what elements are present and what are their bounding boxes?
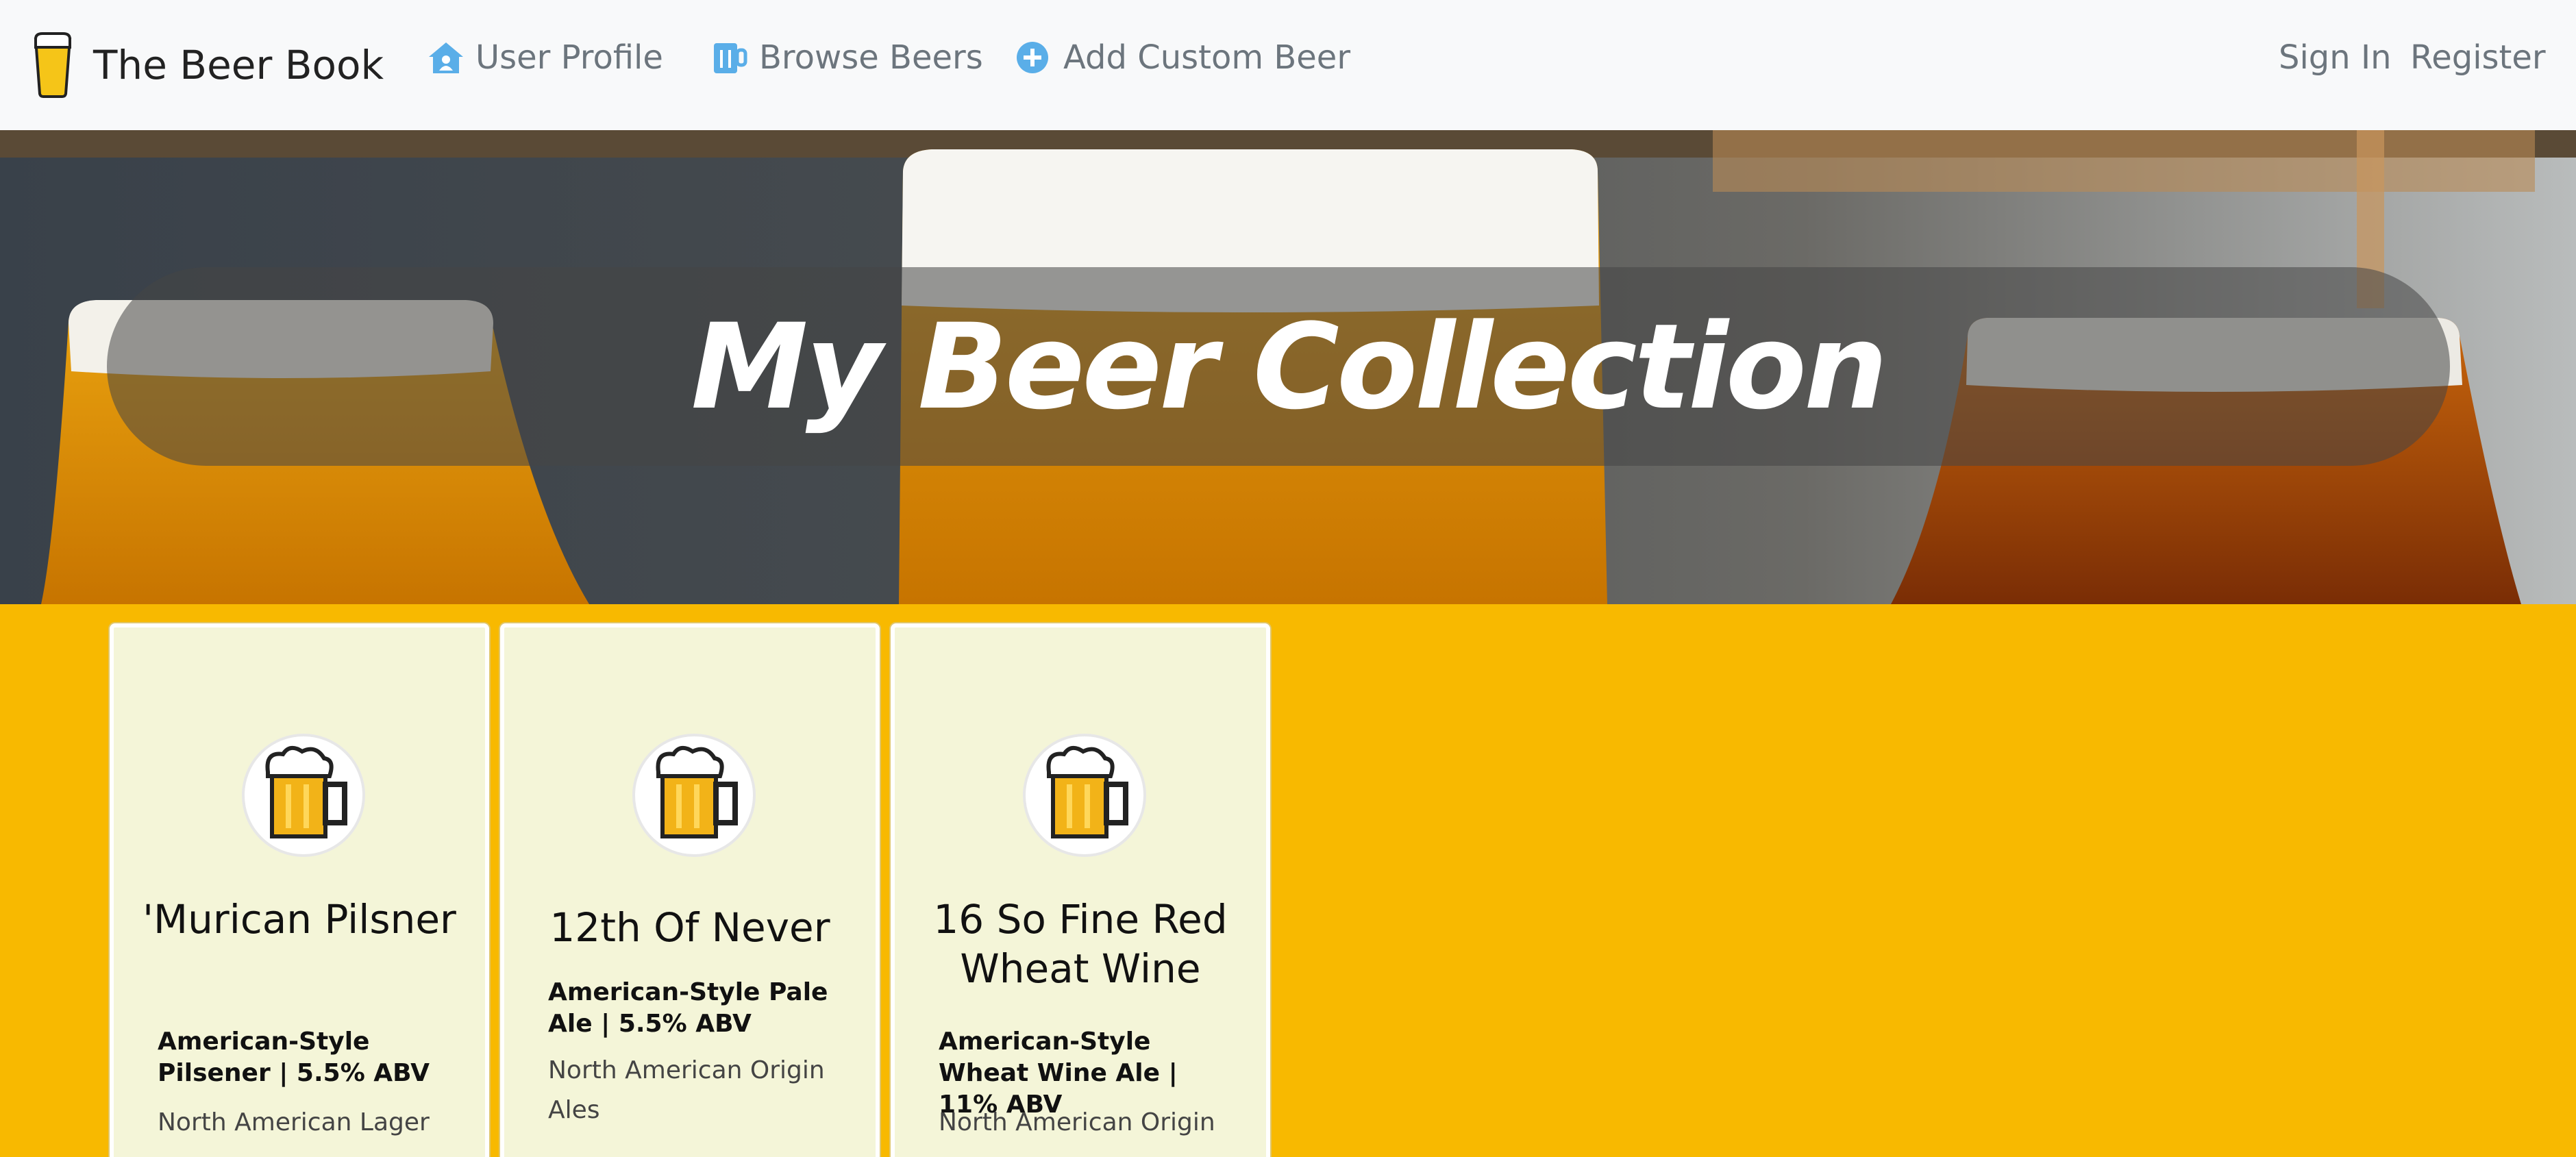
beer-name: 12th Of Never xyxy=(549,904,830,951)
nav-add-custom-beer[interactable]: Add Custom Beer xyxy=(1015,33,1350,82)
beer-style-abv: American-Style Pale Ale | 5.5% ABV xyxy=(548,978,828,1038)
beer-card[interactable]: 16 So Fine Red Wheat Wine American-Style… xyxy=(891,623,1270,1157)
plus-circle-icon xyxy=(1017,42,1048,73)
brand-name: The Beer Book xyxy=(93,42,384,88)
register-link[interactable]: Register xyxy=(2410,33,2546,82)
nav-add-custom-beer-label: Add Custom Beer xyxy=(1063,38,1351,77)
beer-mug-icon xyxy=(714,43,747,73)
pixel-beer-mug-icon xyxy=(265,745,347,838)
beer-category: North American Origin Ales xyxy=(548,1056,825,1124)
house-user-icon xyxy=(429,42,463,73)
hero-banner: My Beer Collection xyxy=(0,130,2576,604)
beer-avatar xyxy=(242,734,365,857)
beer-name: 'Murican Pilsner xyxy=(143,896,456,943)
nav-user-profile[interactable]: User Profile xyxy=(428,33,663,82)
beer-avatar xyxy=(632,734,756,857)
sign-in-link[interactable]: Sign In xyxy=(2279,33,2392,82)
nav-browse-beers[interactable]: Browse Beers xyxy=(711,33,983,82)
nav-browse-beers-label: Browse Beers xyxy=(759,38,983,77)
beer-card[interactable]: 12th Of Never American-Style Pale Ale | … xyxy=(500,623,880,1157)
beer-category: North American Origin xyxy=(939,1108,1215,1136)
beer-card-grid: 'Murican Pilsner American-Style Pilsener… xyxy=(110,623,1281,1157)
page-title: My Beer Collection xyxy=(691,297,1888,436)
beer-card[interactable]: 'Murican Pilsner American-Style Pilsener… xyxy=(110,623,489,1157)
pixel-beer-mug-icon xyxy=(656,745,738,838)
beer-glass-icon xyxy=(34,32,72,98)
beer-name: 16 So Fine Red Wheat Wine xyxy=(933,896,1228,992)
beer-avatar xyxy=(1023,734,1146,857)
navbar: The Beer Book User Profile Browse Beers … xyxy=(0,0,2576,130)
beer-category: North American Lager xyxy=(158,1108,430,1136)
brand-link[interactable]: The Beer Book xyxy=(33,23,384,107)
nav-user-profile-label: User Profile xyxy=(475,38,663,77)
pixel-beer-mug-icon xyxy=(1046,745,1128,838)
beer-style-abv: American-Style Pilsener | 5.5% ABV xyxy=(158,1028,430,1087)
